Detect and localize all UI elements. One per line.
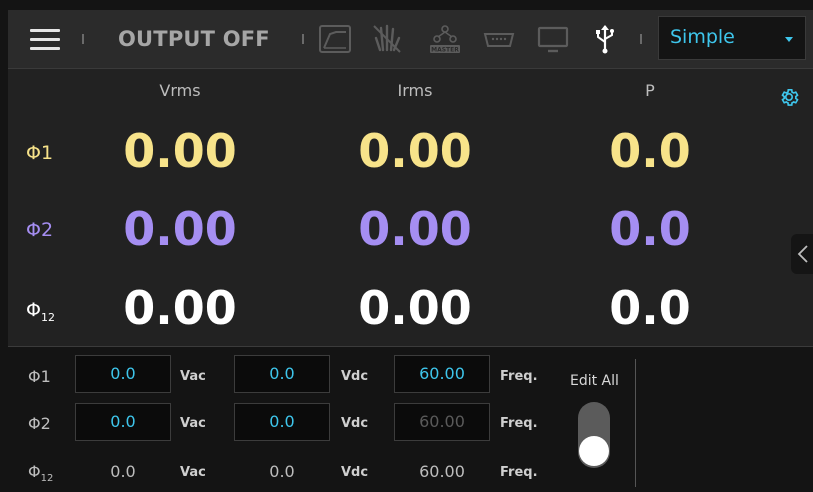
usb-icon[interactable] [592, 24, 618, 54]
vrms-value-phase1: 0.00 [123, 124, 237, 178]
separator [640, 34, 642, 44]
menu-icon[interactable] [30, 29, 60, 51]
gesture-lock-icon[interactable] [370, 24, 404, 54]
output-status[interactable]: OUTPUT OFF [118, 24, 270, 54]
power-value-phase12: 0.0 [609, 281, 691, 335]
vrms-value-phase12: 0.00 [123, 281, 237, 335]
side-panel-handle[interactable] [791, 234, 813, 274]
phase-label-2: Φ2 [26, 219, 54, 241]
edit-all-label: Edit All [570, 373, 619, 389]
setting-phase-label-12: Φ12 [28, 462, 54, 485]
unit-vac: Vac [180, 369, 206, 384]
mode-select[interactable]: Simple [658, 16, 806, 60]
phase-label-12: Φ12 [26, 299, 55, 324]
svg-text:MASTER: MASTER [431, 47, 459, 54]
measurement-panel: Vrms Irms P Φ1 0.00 0.00 0.0 Φ2 0.00 0.0… [8, 69, 813, 346]
vrms-value-phase2: 0.00 [123, 202, 237, 256]
vdc-value-phase12: 0.0 [269, 462, 295, 481]
freq-field-phase1[interactable]: 60.00 [394, 355, 490, 393]
vdc-field-phase1[interactable]: 0.0 [234, 355, 330, 393]
gear-icon[interactable] [778, 86, 800, 108]
separator [82, 34, 84, 44]
master-icon[interactable]: MASTER [428, 24, 462, 54]
freq-value-phase12: 60.00 [419, 462, 465, 481]
power-value-phase1: 0.0 [609, 124, 691, 178]
irms-value-phase1: 0.00 [358, 124, 472, 178]
unit-vdc: Vdc [341, 369, 369, 384]
power-value-phase2: 0.0 [609, 202, 691, 256]
vac-value-phase12: 0.0 [110, 462, 136, 481]
irms-value-phase12: 0.00 [358, 281, 472, 335]
column-header-vrms: Vrms [159, 81, 201, 100]
vac-field-phase2[interactable]: 0.0 [75, 403, 171, 441]
edit-all-toggle[interactable] [578, 402, 610, 468]
vac-field-phase1[interactable]: 0.0 [75, 355, 171, 393]
unit-vdc: Vdc [341, 465, 369, 480]
divider [635, 359, 636, 487]
vdc-field-phase2[interactable]: 0.0 [234, 403, 330, 441]
phase-label-1: Φ1 [26, 142, 54, 164]
chevron-down-icon [785, 37, 793, 42]
serial-port-icon[interactable] [482, 24, 516, 54]
monitor-icon[interactable] [536, 24, 570, 54]
settings-panel: Φ1 0.0 Vac 0.0 Vdc 60.00 Freq. Φ2 0.0 Va… [8, 347, 813, 492]
column-header-p: P [645, 81, 655, 100]
setting-phase-label-2: Φ2 [28, 414, 51, 433]
setting-phase-label-1: Φ1 [28, 367, 51, 386]
waveform-icon[interactable] [318, 24, 352, 54]
chevron-left-icon [797, 245, 808, 263]
separator [302, 34, 304, 44]
mode-select-value: Simple [670, 26, 735, 48]
toggle-knob [579, 436, 609, 466]
freq-field-phase2: 60.00 [394, 403, 490, 441]
irms-value-phase2: 0.00 [358, 202, 472, 256]
top-bar: OUTPUT OFF MASTER Simple [8, 10, 813, 69]
unit-freq: Freq. [500, 465, 538, 480]
unit-vac: Vac [180, 416, 206, 431]
unit-freq: Freq. [500, 369, 538, 384]
unit-vac: Vac [180, 465, 206, 480]
unit-freq: Freq. [500, 416, 538, 431]
unit-vdc: Vdc [341, 416, 369, 431]
column-header-irms: Irms [397, 81, 433, 100]
